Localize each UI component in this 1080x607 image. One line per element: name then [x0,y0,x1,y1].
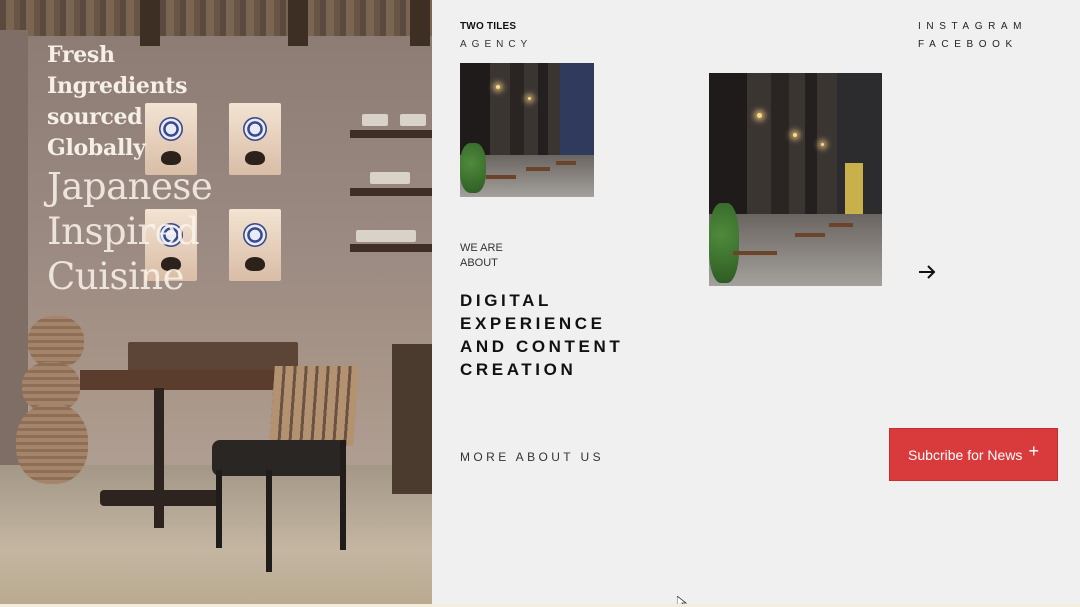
dining-table [80,370,290,390]
hero-line: Inspired [47,210,200,253]
hero-line: Cuisine [47,255,185,298]
wall-shelf [350,244,432,252]
hero-line: Japanese [47,165,213,208]
wall-niche [229,103,281,175]
wall-niche [229,209,281,281]
hero-line: Globally [47,135,146,161]
bench [128,342,298,372]
hero-line: Fresh [47,42,115,68]
restaurant-photo-large [709,73,882,286]
about-kicker: WE ARE ABOUT [460,242,503,269]
content-panel: TWO TILES AGENCY INSTAGRAM FACEBOOK WE A… [432,0,1080,607]
plus-icon: + [1028,441,1039,461]
woven-basket [28,316,84,368]
brand-subtitle: AGENCY [460,39,533,50]
wall-shelf [350,130,432,138]
more-about-us-link[interactable]: MORE ABOUT US [460,450,604,464]
brand-name[interactable]: TWO TILES [460,21,516,32]
hero-line: Ingredients [47,73,188,99]
instagram-link[interactable]: INSTAGRAM [918,21,1027,32]
restaurant-photo-small [460,63,594,197]
hero-headline: Fresh Ingredients sourced Globally Japan… [47,40,213,299]
woven-basket [16,404,88,484]
woven-chair [269,366,359,446]
hero-image: Fresh Ingredients sourced Globally Japan… [0,0,432,607]
subscribe-button-label: Subcribe for News [908,446,1023,463]
about-headline: DIGITAL EXPERIENCE AND CONTENT CREATION [460,291,624,379]
facebook-link[interactable]: FACEBOOK [918,39,1018,50]
subscribe-button[interactable]: Subcribe for News + [889,428,1058,481]
wall-shelf [350,188,432,196]
ceiling-beams [0,0,432,36]
arrow-right-icon[interactable] [917,262,937,282]
hero-line: sourced [47,104,143,130]
